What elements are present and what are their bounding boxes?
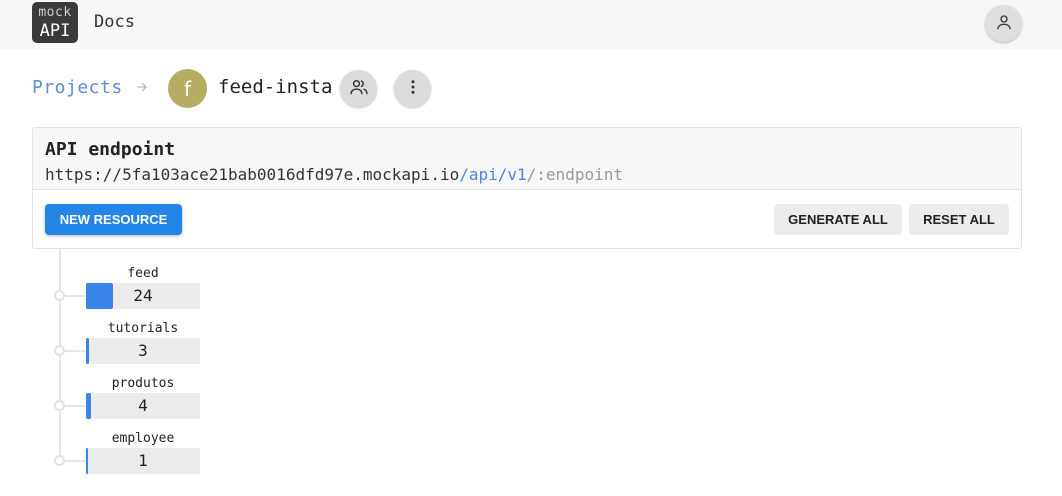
users-icon xyxy=(349,77,369,101)
url-path: /api/v1 xyxy=(459,165,527,184)
docs-link[interactable]: Docs xyxy=(94,12,135,32)
project-more-button[interactable] xyxy=(394,70,431,107)
tree-node xyxy=(54,400,65,411)
tree-branch xyxy=(65,460,86,462)
resource-count: 4 xyxy=(138,396,148,415)
resource-item[interactable]: employee 1 xyxy=(54,431,204,486)
tree-node xyxy=(54,345,65,356)
resource-name[interactable]: produtos xyxy=(86,376,200,391)
project-avatar: f xyxy=(168,69,207,108)
more-vertical-icon xyxy=(404,78,422,100)
logo-text-top: mock xyxy=(38,5,72,20)
api-endpoint-title: API endpoint xyxy=(45,139,176,160)
mockapi-logo[interactable]: mock API xyxy=(32,2,78,43)
new-resource-button[interactable]: NEW RESOURCE xyxy=(45,204,182,235)
api-endpoint-card: API endpoint https://5fa103ace21bab0016d… xyxy=(32,127,1022,249)
api-endpoint-header: API endpoint https://5fa103ace21bab0016d… xyxy=(33,128,1021,190)
generate-all-button[interactable]: GENERATE ALL xyxy=(774,204,902,235)
resource-name[interactable]: feed xyxy=(86,266,200,281)
resource-item[interactable]: produtos 4 xyxy=(54,376,204,431)
account-button[interactable] xyxy=(985,5,1022,42)
url-host: https://5fa103ace21bab0016dfd97e.mockapi… xyxy=(45,165,460,184)
tree-branch xyxy=(65,405,86,407)
tree-node xyxy=(54,455,65,466)
resource-name[interactable]: employee xyxy=(86,431,200,446)
arrow-right-icon xyxy=(135,79,149,98)
top-bar: mock API Docs xyxy=(0,0,1062,49)
resource-count: 3 xyxy=(138,341,148,360)
tree-branch xyxy=(65,295,86,297)
api-endpoint-url[interactable]: https://5fa103ace21bab0016dfd97e.mockapi… xyxy=(45,165,623,184)
resource-item[interactable]: feed 24 xyxy=(54,266,204,321)
breadcrumb-projects-link[interactable]: Projects xyxy=(32,77,123,98)
tree-branch xyxy=(65,350,86,352)
logo-text-bottom: API xyxy=(39,21,71,41)
tree-node xyxy=(54,290,65,301)
user-icon xyxy=(995,13,1013,35)
resource-item[interactable]: tutorials 3 xyxy=(54,321,204,376)
reset-all-button[interactable]: RESET ALL xyxy=(909,204,1009,235)
url-param: /:endpoint xyxy=(526,165,623,184)
resource-count: 1 xyxy=(138,451,148,470)
project-members-button[interactable] xyxy=(340,70,377,107)
resource-name[interactable]: tutorials xyxy=(86,321,200,336)
project-name: feed-insta xyxy=(218,76,333,98)
resource-count: 24 xyxy=(133,286,153,305)
